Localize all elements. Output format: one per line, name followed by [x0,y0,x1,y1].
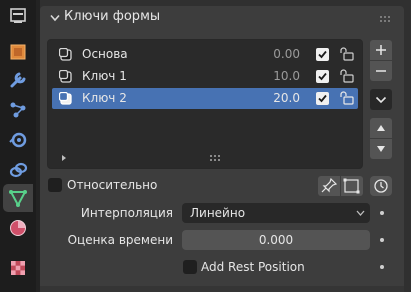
eval-time-field[interactable]: 0.000 [182,230,370,250]
eval-time-label: Оценка времени [67,233,173,247]
pin-icon [321,177,338,193]
keyframe-decorator-dot[interactable] [380,238,384,242]
texture-icon[interactable] [3,254,33,282]
material-icon[interactable] [3,214,33,242]
plus-icon [376,45,386,55]
interpolation-dropdown[interactable]: Линейно [182,203,370,223]
object-data-icon[interactable] [3,184,33,212]
edit-mode-icon [343,178,360,194]
remove-shape-key-button[interactable] [370,61,392,81]
list-item-selected[interactable]: Ключ 2 20.0 [52,88,358,109]
shape-key-value[interactable]: 10.0 [273,69,300,83]
shape-key-icon [59,48,72,61]
constraints-icon[interactable] [3,156,33,184]
shape-key-mute-checkbox[interactable] [316,92,329,105]
relative-checkbox[interactable] [48,178,62,192]
clear-weights-button[interactable] [370,176,392,196]
interpolation-label: Интерполяция [80,206,173,220]
shape-key-icon [59,70,72,83]
move-up-button[interactable] [370,118,392,138]
edit-mode-toggle-button[interactable] [341,176,363,196]
shape-key-pin-button[interactable] [318,176,340,196]
add-shape-key-button[interactable] [370,40,392,60]
keyframe-decorator-dot[interactable] [380,211,384,215]
keyframe-decorator-dot[interactable] [380,265,384,269]
list-resize-grip-icon[interactable] [209,155,223,161]
shape-key-name: Ключ 2 [82,91,127,105]
lock-open-icon[interactable] [338,47,354,61]
shape-key-name: Ключ 1 [82,69,127,83]
shape-key-mute-checkbox[interactable] [316,48,329,61]
relative-label: Относительно [67,178,158,192]
add-rest-position-label: Add Rest Position [201,260,305,274]
physics-icon[interactable] [3,126,33,154]
panel-drag-grip-icon[interactable] [379,15,393,23]
triangle-down-icon [377,146,385,152]
output-icon[interactable] [3,2,33,30]
shape-key-icon [59,92,72,105]
list-item[interactable]: Основа 0.00 [52,44,358,65]
chevron-down-icon [375,96,387,103]
chevron-down-icon [356,210,365,216]
interpolation-value: Линейно [190,206,246,220]
next-panel-edge [40,286,404,292]
triangle-up-icon [377,125,385,131]
shape-key-value[interactable]: 20.0 [273,91,300,105]
lock-open-icon[interactable] [338,91,354,105]
modifier-icon[interactable] [3,66,33,94]
filter-expand-icon[interactable] [60,154,68,162]
specials-menu-button[interactable] [370,89,392,110]
move-down-button[interactable] [370,139,392,159]
list-item[interactable]: Ключ 1 10.0 [52,66,358,87]
collapse-chevron-icon[interactable] [50,14,60,22]
panel-title: Ключи формы [64,9,161,24]
minus-icon [376,70,386,72]
lock-open-icon[interactable] [338,69,354,83]
eval-time-value: 0.000 [258,233,294,247]
shape-key-mute-checkbox[interactable] [316,70,329,83]
object-icon[interactable] [3,38,33,66]
add-rest-position-checkbox[interactable] [183,260,197,274]
properties-tab-column [0,0,36,292]
shape-key-value[interactable]: 0.00 [273,47,300,61]
particles-icon[interactable] [3,96,33,124]
recover-icon [374,179,388,193]
shape-key-name: Основа [82,47,128,61]
